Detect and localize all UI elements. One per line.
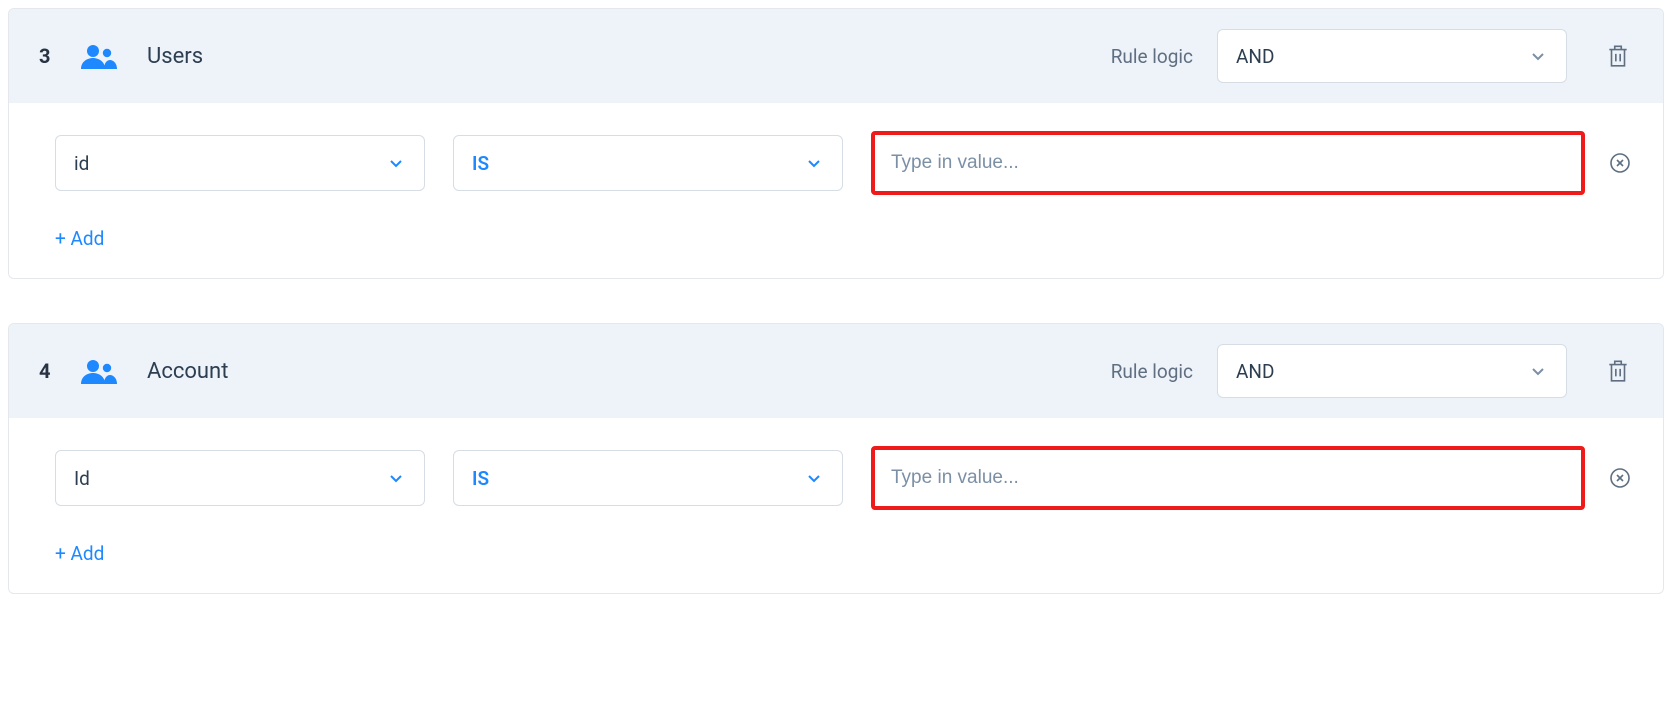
chevron-down-icon: [386, 468, 406, 488]
rule-logic-value: AND: [1236, 360, 1274, 383]
delete-rule-button[interactable]: [1603, 356, 1633, 386]
remove-condition-button[interactable]: [1607, 150, 1633, 176]
rule-logic-select[interactable]: AND: [1217, 29, 1567, 83]
rule-body: Id IS + Add: [9, 418, 1663, 593]
operator-select[interactable]: IS: [453, 450, 843, 506]
users-icon: [79, 357, 119, 385]
delete-rule-button[interactable]: [1603, 41, 1633, 71]
field-value: id: [74, 152, 89, 175]
operator-select[interactable]: IS: [453, 135, 843, 191]
rule-logic-value: AND: [1236, 45, 1274, 68]
condition-row: Id IS: [55, 446, 1633, 510]
chevron-down-icon: [1528, 361, 1548, 381]
rule-logic-label: Rule logic: [1111, 45, 1193, 68]
add-condition-button[interactable]: + Add: [55, 223, 104, 254]
value-input-wrap: [871, 446, 1585, 510]
rule-number: 4: [39, 359, 61, 383]
value-input-wrap: [871, 131, 1585, 195]
rule-title: Account: [147, 359, 228, 384]
field-value: Id: [74, 467, 90, 490]
value-input[interactable]: [871, 446, 1585, 510]
chevron-down-icon: [1528, 46, 1548, 66]
condition-row: id IS: [55, 131, 1633, 195]
field-select[interactable]: id: [55, 135, 425, 191]
remove-condition-button[interactable]: [1607, 465, 1633, 491]
value-input[interactable]: [871, 131, 1585, 195]
field-select[interactable]: Id: [55, 450, 425, 506]
rule-header: 3 Users Rule logic AND: [9, 9, 1663, 103]
rule-header: 4 Account Rule logic AND: [9, 324, 1663, 418]
rule-title: Users: [147, 44, 203, 69]
chevron-down-icon: [804, 468, 824, 488]
rule-card: 3 Users Rule logic AND: [8, 8, 1664, 279]
add-condition-button[interactable]: + Add: [55, 538, 104, 569]
rule-logic-select[interactable]: AND: [1217, 344, 1567, 398]
rule-body: id IS + Add: [9, 103, 1663, 278]
chevron-down-icon: [386, 153, 406, 173]
rule-logic-label: Rule logic: [1111, 360, 1193, 383]
rule-card: 4 Account Rule logic AND: [8, 323, 1664, 594]
operator-value: IS: [472, 467, 489, 490]
users-icon: [79, 42, 119, 70]
chevron-down-icon: [804, 153, 824, 173]
rule-number: 3: [39, 44, 61, 68]
operator-value: IS: [472, 152, 489, 175]
